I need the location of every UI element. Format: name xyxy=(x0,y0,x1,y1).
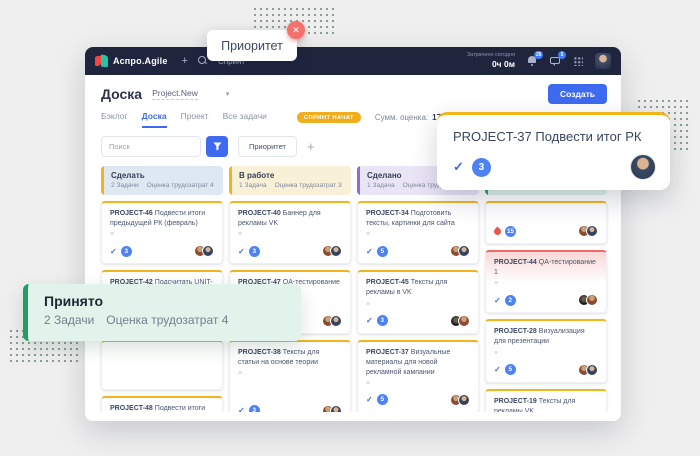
column-header: В работе 1 Задача Оценка трудозатрат 3 xyxy=(229,166,351,195)
task-card[interactable]: 15 xyxy=(485,201,607,244)
description-icon: ≡ xyxy=(238,370,342,377)
close-icon[interactable]: ✕ xyxy=(287,21,305,39)
assignee-avatar xyxy=(458,394,470,406)
estimate-badge: 5 xyxy=(377,246,388,257)
description-icon: ≡ xyxy=(110,231,214,238)
sprint-status-badge: СПРИНТ НАЧАТ xyxy=(297,112,361,123)
task-card[interactable]: PROJECT-46Подвести итоги предыдущей РК (… xyxy=(101,201,223,264)
assignee-avatar xyxy=(586,225,598,237)
assignee-avatar xyxy=(630,154,656,180)
logo-icon xyxy=(95,55,108,67)
task-card[interactable]: PROJECT-45Тексты для рекламы в VK ≡ ✓ 3 xyxy=(357,270,479,333)
description-icon: ≡ xyxy=(366,301,470,308)
assignee-avatar xyxy=(330,405,342,412)
tab-backlog[interactable]: Бэклог xyxy=(101,111,128,128)
estimate-badge: 15 xyxy=(505,226,516,237)
estimate-badge: 3 xyxy=(121,246,132,257)
estimate-badge: 5 xyxy=(505,364,516,375)
assignee-avatar xyxy=(202,245,214,257)
accepted-column-highlight: Принято 2 Задачи Оценка трудозатрат 4 xyxy=(23,284,301,341)
description-icon: ≡ xyxy=(366,231,470,238)
estimate-badge: 5 xyxy=(377,394,388,405)
description-icon: ≡ xyxy=(494,280,598,287)
app-top-bar: Аспро.Agile + Спринт Затрачено сегодня 0… xyxy=(85,47,621,75)
grid-icon xyxy=(573,56,583,66)
app-logo[interactable]: Аспро.Agile xyxy=(95,55,168,67)
tab-board[interactable]: Доска xyxy=(142,111,167,128)
messages-button[interactable]: 5 xyxy=(549,55,561,67)
estimate-badge: 3 xyxy=(377,315,388,326)
task-card-highlight[interactable]: PROJECT-37 Подвести итог РК ✓ 3 xyxy=(437,112,670,190)
task-card-overdue[interactable]: PROJECT-44QA-тестирование 1 ≡ ✓ 2 xyxy=(485,250,607,313)
assignee-avatar xyxy=(586,294,598,306)
apps-menu-button[interactable] xyxy=(572,55,584,67)
description-icon: ≡ xyxy=(494,350,598,357)
description-icon: ≡ xyxy=(238,231,342,238)
project-selector[interactable]: Project.New ▾ xyxy=(152,88,229,100)
task-card[interactable]: PROJECT-37Визуальные материалы для новой… xyxy=(357,340,479,412)
add-icon[interactable]: + xyxy=(182,55,188,67)
chevron-down-icon: ▾ xyxy=(226,90,230,98)
page-title: Доска xyxy=(101,86,142,102)
assignee-avatar xyxy=(458,315,470,327)
check-icon: ✓ xyxy=(238,406,245,412)
task-card[interactable]: PROJECT-34Подготовить тексты, картинки д… xyxy=(357,201,479,264)
task-card[interactable]: PROJECT-40Баннер для рекламы VK ≡ ✓ 3 xyxy=(229,201,351,264)
notifications-badge: 26 xyxy=(534,51,543,59)
estimate-badge: 3 xyxy=(472,158,491,177)
check-icon: ✓ xyxy=(366,395,373,404)
check-icon: ✓ xyxy=(238,247,245,256)
kanban-column-accepted: 15 PROJECT-44QA-тестирование 1 ≡ ✓ 2 xyxy=(485,166,607,412)
check-icon: ✓ xyxy=(494,296,501,305)
deadline-fire-icon xyxy=(493,226,503,236)
board-toolbar: Доска Project.New ▾ Создать xyxy=(85,75,621,104)
check-icon: ✓ xyxy=(453,159,464,175)
priority-tooltip: Приоритет ✕ xyxy=(207,30,297,61)
app-window: Аспро.Agile + Спринт Затрачено сегодня 0… xyxy=(85,47,621,421)
search-input[interactable] xyxy=(101,136,201,157)
tab-all-tasks[interactable]: Все задачи xyxy=(223,111,267,128)
notifications-button[interactable]: 26 xyxy=(526,55,538,67)
filter-button[interactable] xyxy=(206,136,228,157)
user-avatar[interactable] xyxy=(595,53,611,69)
create-button[interactable]: Создать xyxy=(548,84,607,104)
add-filter-icon[interactable]: + xyxy=(307,140,315,153)
assignee-avatar xyxy=(330,245,342,257)
tab-project[interactable]: Проект xyxy=(181,111,209,128)
check-icon: ✓ xyxy=(366,316,373,325)
time-tracker[interactable]: Затрачено сегодня 0ч 0м xyxy=(467,52,515,70)
assignee-avatar xyxy=(458,245,470,257)
kanban-column-done: Сделано 1 Задача Оценка трудозатрат PROJ… xyxy=(357,166,479,412)
app-name: Аспро.Agile xyxy=(113,56,168,66)
messages-badge: 5 xyxy=(558,51,566,59)
search-icon[interactable] xyxy=(198,56,208,66)
task-card[interactable]: PROJECT-38Тексты для статьи на основе те… xyxy=(229,340,351,412)
check-icon: ✓ xyxy=(110,247,117,256)
check-icon: ✓ xyxy=(494,365,501,374)
task-card[interactable] xyxy=(101,340,223,390)
task-card[interactable]: PROJECT-48Подвести итоги РК ≡ ✓ 3 xyxy=(101,396,223,412)
priority-filter-chip[interactable]: Приоритет xyxy=(238,136,297,157)
description-icon: ≡ xyxy=(366,380,470,387)
task-card[interactable]: PROJECT-28Визуализация для презентации ≡… xyxy=(485,319,607,382)
assignee-avatar xyxy=(330,315,342,327)
estimate-badge: 2 xyxy=(505,295,516,306)
assignee-avatar xyxy=(586,364,598,376)
check-icon: ✓ xyxy=(366,247,373,256)
estimate-badge: 3 xyxy=(249,246,260,257)
estimate-badge: 3 xyxy=(249,405,260,412)
funnel-icon xyxy=(213,142,222,151)
task-card[interactable]: PROJECT-19Тексты для рекламы VK ≡ ✓ 5 xyxy=(485,389,607,412)
column-header: Сделать 2 Задачи Оценка трудозатрат 4 xyxy=(101,166,223,195)
